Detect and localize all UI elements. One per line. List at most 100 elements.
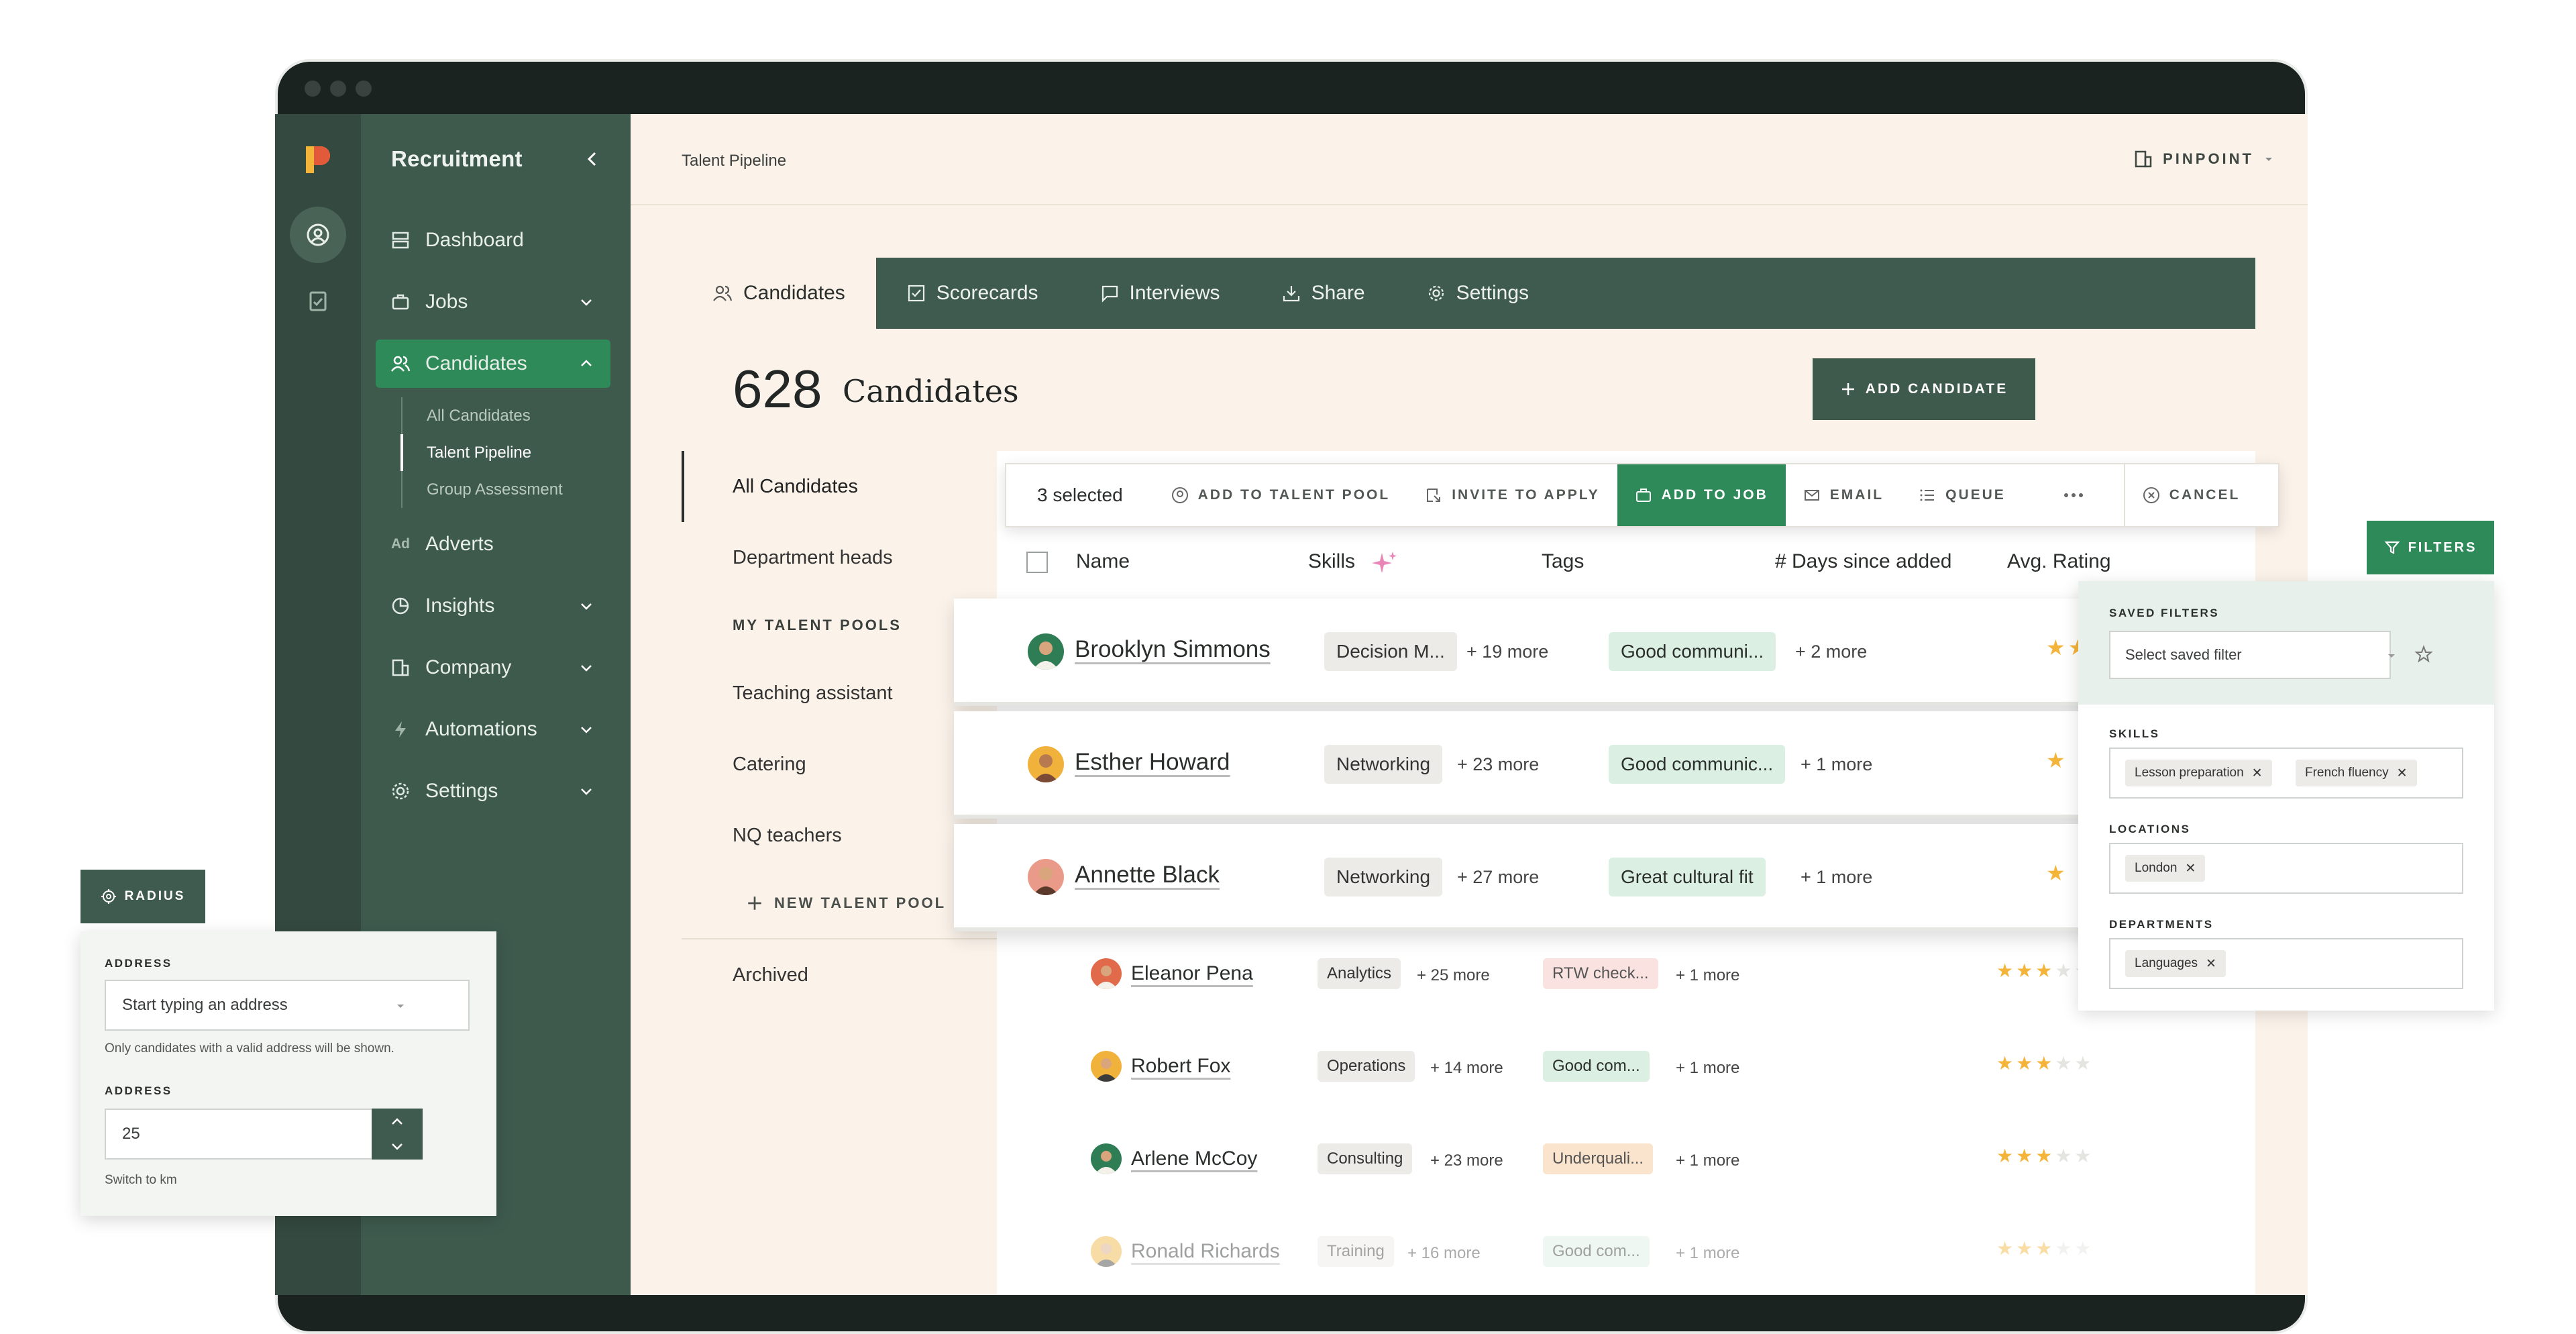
tab-interviews[interactable]: Interviews: [1069, 258, 1251, 329]
company-switcher[interactable]: PINPOINT: [2133, 149, 2274, 169]
add-candidate-button[interactable]: ADD CANDIDATE: [1813, 358, 2035, 420]
chevron-up-icon[interactable]: [578, 356, 594, 372]
candidate-name-link[interactable]: Brooklyn Simmons: [1075, 636, 1271, 663]
sidebar-item-automations[interactable]: Automations: [376, 705, 610, 754]
pool-item[interactable]: Teaching assistant: [682, 658, 997, 729]
location-filter-tag: London ✕: [2125, 855, 2206, 882]
tag-more[interactable]: + 1 more: [1676, 1151, 1739, 1170]
sidebar-item-settings[interactable]: Settings: [376, 767, 610, 815]
filters-button-label: FILTERS: [2408, 540, 2477, 555]
column-header-days[interactable]: # Days since added: [1775, 550, 1952, 573]
departments-field[interactable]: Languages ✕: [2109, 938, 2463, 989]
star-outline-icon[interactable]: [2414, 644, 2434, 664]
skill-more[interactable]: + 25 more: [1417, 966, 1490, 985]
skills-field[interactable]: Lesson preparation ✕ French fluency ✕: [2109, 748, 2463, 799]
add-to-job-button[interactable]: ADD TO JOB: [1617, 464, 1786, 526]
skill-more[interactable]: + 16 more: [1407, 1244, 1481, 1263]
collapse-sidebar-icon[interactable]: [582, 149, 602, 169]
candidates-subnav: All Candidates Talent Pipeline Group Ass…: [400, 397, 610, 508]
pool-archived[interactable]: Archived: [682, 939, 997, 1011]
breadcrumb[interactable]: Talent Pipeline: [682, 152, 786, 170]
sidebar-item-insights[interactable]: Insights: [376, 582, 610, 630]
chevron-down-icon[interactable]: [578, 783, 594, 799]
subnav-talent-pipeline[interactable]: Talent Pipeline: [400, 434, 610, 471]
chevron-down-icon[interactable]: [578, 598, 594, 614]
pinpoint-logo-icon[interactable]: [301, 142, 335, 177]
tag-more[interactable]: + 1 more: [1801, 867, 1872, 888]
chevron-down-icon[interactable]: [578, 660, 594, 676]
minimize-dot[interactable]: [330, 81, 346, 97]
column-header-skills[interactable]: Skills: [1308, 550, 1355, 573]
new-talent-pool-button[interactable]: NEW TALENT POOL: [682, 871, 997, 935]
pool-department-heads[interactable]: Department heads: [682, 522, 997, 593]
main-header: Talent Pipeline PINPOINT: [631, 114, 2308, 205]
sidebar-item-adverts[interactable]: Ad Adverts: [376, 520, 610, 568]
table-row-selected[interactable]: Annette Black Networking + 27 more Great…: [954, 824, 2128, 931]
column-header-name[interactable]: Name: [1076, 550, 1130, 573]
skill-more[interactable]: + 23 more: [1430, 1151, 1503, 1170]
saved-filter-select[interactable]: Select saved filter: [2109, 631, 2395, 679]
table-row-selected[interactable]: Esther Howard Networking + 23 more Good …: [954, 711, 2128, 819]
skill-more[interactable]: + 19 more: [1466, 642, 1548, 662]
queue-button[interactable]: QUEUE: [1901, 464, 2023, 526]
tab-settings[interactable]: Settings: [1396, 258, 1560, 329]
remove-tag-icon[interactable]: ✕: [2397, 766, 2408, 781]
add-to-talent-pool-button[interactable]: ADD TO TALENT POOL: [1154, 464, 1408, 526]
tag-more[interactable]: + 2 more: [1795, 642, 1867, 662]
sidebar-item-dashboard[interactable]: Dashboard: [376, 216, 610, 264]
candidate-name-link[interactable]: Eleanor Pena: [1131, 962, 1253, 985]
tag-more[interactable]: + 1 more: [1676, 1059, 1739, 1078]
chevron-down-icon[interactable]: [389, 1138, 405, 1154]
filters-button[interactable]: FILTERS: [2367, 521, 2494, 574]
subnav-group-assessment[interactable]: Group Assessment: [402, 471, 610, 508]
skill-more[interactable]: + 27 more: [1457, 867, 1539, 888]
tab-scorecards[interactable]: Scorecards: [876, 258, 1069, 329]
tag-more[interactable]: + 1 more: [1801, 754, 1872, 775]
tag-more[interactable]: + 1 more: [1676, 1244, 1739, 1263]
tag-more[interactable]: + 1 more: [1676, 966, 1739, 985]
candidate-name-link[interactable]: Esther Howard: [1075, 749, 1230, 776]
candidate-name-link[interactable]: Robert Fox: [1131, 1055, 1230, 1078]
chevron-down-icon[interactable]: [578, 721, 594, 737]
radius-stepper[interactable]: [372, 1109, 423, 1160]
address-input[interactable]: Start typing an address: [105, 980, 470, 1031]
briefcase-icon: [390, 292, 411, 312]
remove-tag-icon[interactable]: ✕: [2206, 956, 2216, 972]
locations-field[interactable]: London ✕: [2109, 843, 2463, 894]
clipboard-rail-icon[interactable]: [290, 272, 346, 329]
column-header-rating[interactable]: Avg. Rating: [2007, 550, 2111, 573]
candidates-rail-icon[interactable]: [290, 207, 346, 263]
candidate-name-link[interactable]: Annette Black: [1075, 862, 1220, 888]
sidebar-item-candidates[interactable]: Candidates: [376, 340, 610, 388]
sidebar-item-jobs[interactable]: Jobs: [376, 278, 610, 326]
invite-to-apply-button[interactable]: INVITE TO APPLY: [1407, 464, 1617, 526]
invite-icon: [1427, 489, 1441, 502]
column-header-tags[interactable]: Tags: [1542, 550, 1584, 573]
chevron-up-icon[interactable]: [389, 1114, 405, 1130]
more-actions-icon[interactable]: [2023, 464, 2124, 526]
skill-more[interactable]: + 23 more: [1457, 754, 1539, 775]
pool-all-candidates[interactable]: All Candidates: [682, 451, 997, 522]
tab-candidates[interactable]: Candidates: [682, 258, 876, 329]
remove-tag-icon[interactable]: ✕: [2185, 861, 2196, 876]
radius-input[interactable]: 25: [105, 1109, 373, 1160]
cancel-selection-button[interactable]: CANCEL: [2123, 464, 2258, 526]
table-row-selected[interactable]: Brooklyn Simmons Decision M... + 19 more…: [954, 599, 2128, 706]
sidebar-item-company[interactable]: Company: [376, 644, 610, 692]
candidate-name-link[interactable]: Arlene McCoy: [1131, 1147, 1257, 1170]
pool-item[interactable]: NQ teachers: [682, 800, 997, 871]
email-button[interactable]: EMAIL: [1786, 464, 1901, 526]
switch-to-km-link[interactable]: Switch to km: [105, 1173, 177, 1188]
select-all-checkbox[interactable]: [1026, 552, 1048, 573]
skill-more[interactable]: + 14 more: [1430, 1059, 1503, 1078]
radius-button[interactable]: RADIUS: [80, 870, 205, 923]
tab-share[interactable]: Share: [1251, 258, 1396, 329]
chevron-down-icon[interactable]: [578, 294, 594, 310]
candidate-name-link[interactable]: Ronald Richards: [1131, 1240, 1280, 1263]
subnav-all-candidates[interactable]: All Candidates: [402, 397, 610, 434]
remove-tag-icon[interactable]: ✕: [2252, 766, 2263, 781]
close-dot[interactable]: [305, 81, 321, 97]
action-label: INVITE TO APPLY: [1452, 487, 1600, 503]
maximize-dot[interactable]: [356, 81, 372, 97]
pool-item[interactable]: Catering: [682, 729, 997, 800]
